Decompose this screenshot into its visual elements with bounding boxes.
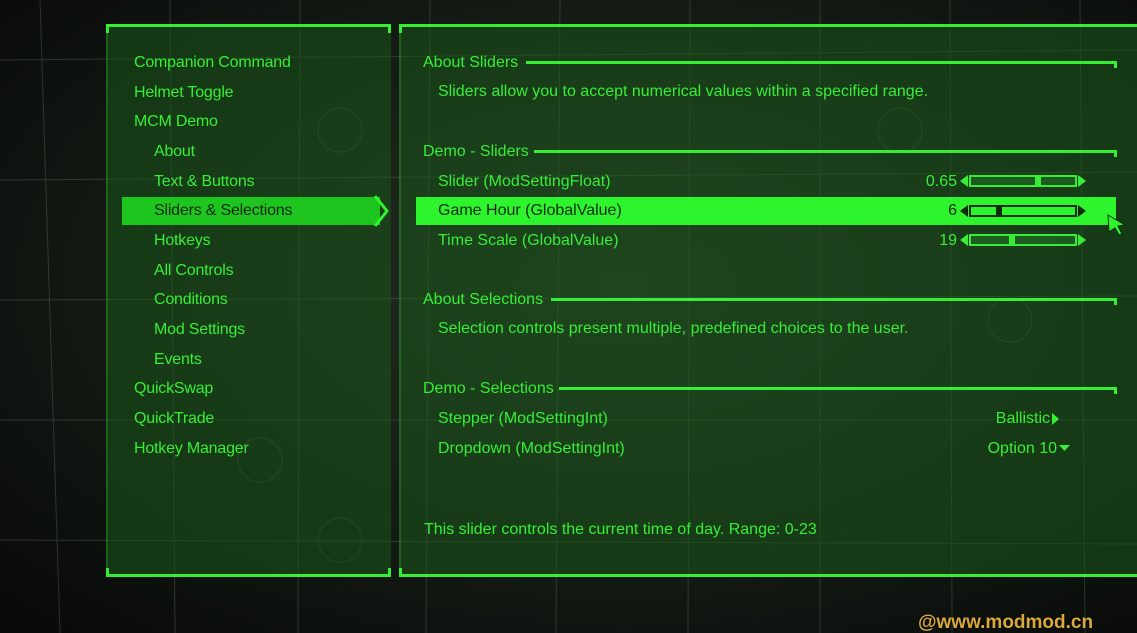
slider-track[interactable] bbox=[969, 205, 1077, 217]
sidebar-item-quickswap[interactable]: QuickSwap bbox=[134, 375, 213, 403]
sidebar-item-text-buttons[interactable]: Text & Buttons bbox=[154, 168, 255, 196]
section-title-about-sliders: About Sliders bbox=[423, 54, 519, 71]
slider-increase-arrow-icon[interactable] bbox=[1078, 205, 1086, 217]
slider-decrease-arrow-icon[interactable] bbox=[960, 205, 968, 217]
watermark: @www.modmod.cn bbox=[918, 612, 1094, 633]
sidebar-item-quicktrade[interactable]: QuickTrade bbox=[134, 405, 214, 433]
game-hour-row-value: 6 bbox=[948, 202, 957, 219]
chevron-right-icon bbox=[373, 195, 389, 227]
slider-increase-arrow-icon[interactable] bbox=[1078, 234, 1086, 246]
sidebar-item-sliders-selections[interactable]: Sliders & Selections bbox=[154, 197, 292, 225]
slider-track[interactable] bbox=[969, 234, 1077, 246]
triangle-right-icon[interactable] bbox=[1052, 413, 1060, 425]
section-title-demo-sliders: Demo - Sliders bbox=[423, 143, 529, 160]
about-sliders-text: Sliders allow you to accept numerical va… bbox=[438, 83, 929, 100]
slider-handle[interactable] bbox=[1035, 177, 1041, 185]
section-title-about-selections: About Selections bbox=[423, 291, 544, 308]
mouse-cursor-icon bbox=[1107, 214, 1127, 236]
section-title-demo-selections: Demo - Selections bbox=[423, 380, 554, 397]
slider-decrease-arrow-icon[interactable] bbox=[960, 234, 968, 246]
sidebar-item-mod-settings[interactable]: Mod Settings bbox=[154, 316, 245, 344]
sidebar-item-conditions[interactable]: Conditions bbox=[154, 286, 228, 314]
slider-track[interactable] bbox=[969, 175, 1077, 187]
stepper-row-label: Stepper (ModSettingInt) bbox=[438, 410, 608, 427]
dropdown-value[interactable]: Option 10 bbox=[940, 435, 1057, 463]
sidebar-item-hotkeys[interactable]: Hotkeys bbox=[154, 227, 211, 255]
triangle-down-icon[interactable] bbox=[1059, 445, 1071, 453]
game-hour-row-label: Game Hour (GlobalValue) bbox=[438, 202, 622, 219]
slider-decrease-arrow-icon[interactable] bbox=[960, 175, 968, 187]
help-text: This slider controls the current time of… bbox=[424, 521, 817, 538]
time-scale-row-label: Time Scale (GlobalValue) bbox=[438, 232, 619, 249]
slider-row-label: Slider (ModSettingFloat) bbox=[438, 173, 611, 190]
sidebar-item-companion-command[interactable]: Companion Command bbox=[134, 49, 291, 77]
slider-handle[interactable] bbox=[996, 207, 1002, 215]
sidebar-item-all-controls[interactable]: All Controls bbox=[154, 257, 234, 285]
stepper-value[interactable]: Ballistic bbox=[960, 405, 1050, 433]
slider-game-hour[interactable] bbox=[960, 203, 1086, 219]
sidebar-item-mcm-demo[interactable]: MCM Demo bbox=[134, 108, 218, 136]
slider-modsettingfloat[interactable] bbox=[960, 173, 1086, 189]
slider-handle[interactable] bbox=[1009, 236, 1015, 244]
slider-increase-arrow-icon[interactable] bbox=[1078, 175, 1086, 187]
section-divider bbox=[526, 61, 1117, 68]
slider-time-scale[interactable] bbox=[960, 232, 1086, 248]
section-divider bbox=[551, 298, 1117, 305]
sidebar-item-hotkey-manager[interactable]: Hotkey Manager bbox=[134, 435, 249, 463]
time-scale-row-value: 19 bbox=[939, 232, 957, 249]
sidebar-item-helmet-toggle[interactable]: Helmet Toggle bbox=[134, 79, 234, 107]
section-divider bbox=[559, 387, 1117, 394]
dropdown-row-label: Dropdown (ModSettingInt) bbox=[438, 440, 625, 457]
sidebar-item-about[interactable]: About bbox=[154, 138, 195, 166]
sidebar-item-events[interactable]: Events bbox=[154, 346, 202, 374]
about-selections-text: Selection controls present multiple, pre… bbox=[438, 320, 909, 337]
slider-row-value: 0.65 bbox=[925, 173, 957, 190]
section-divider bbox=[534, 150, 1117, 157]
